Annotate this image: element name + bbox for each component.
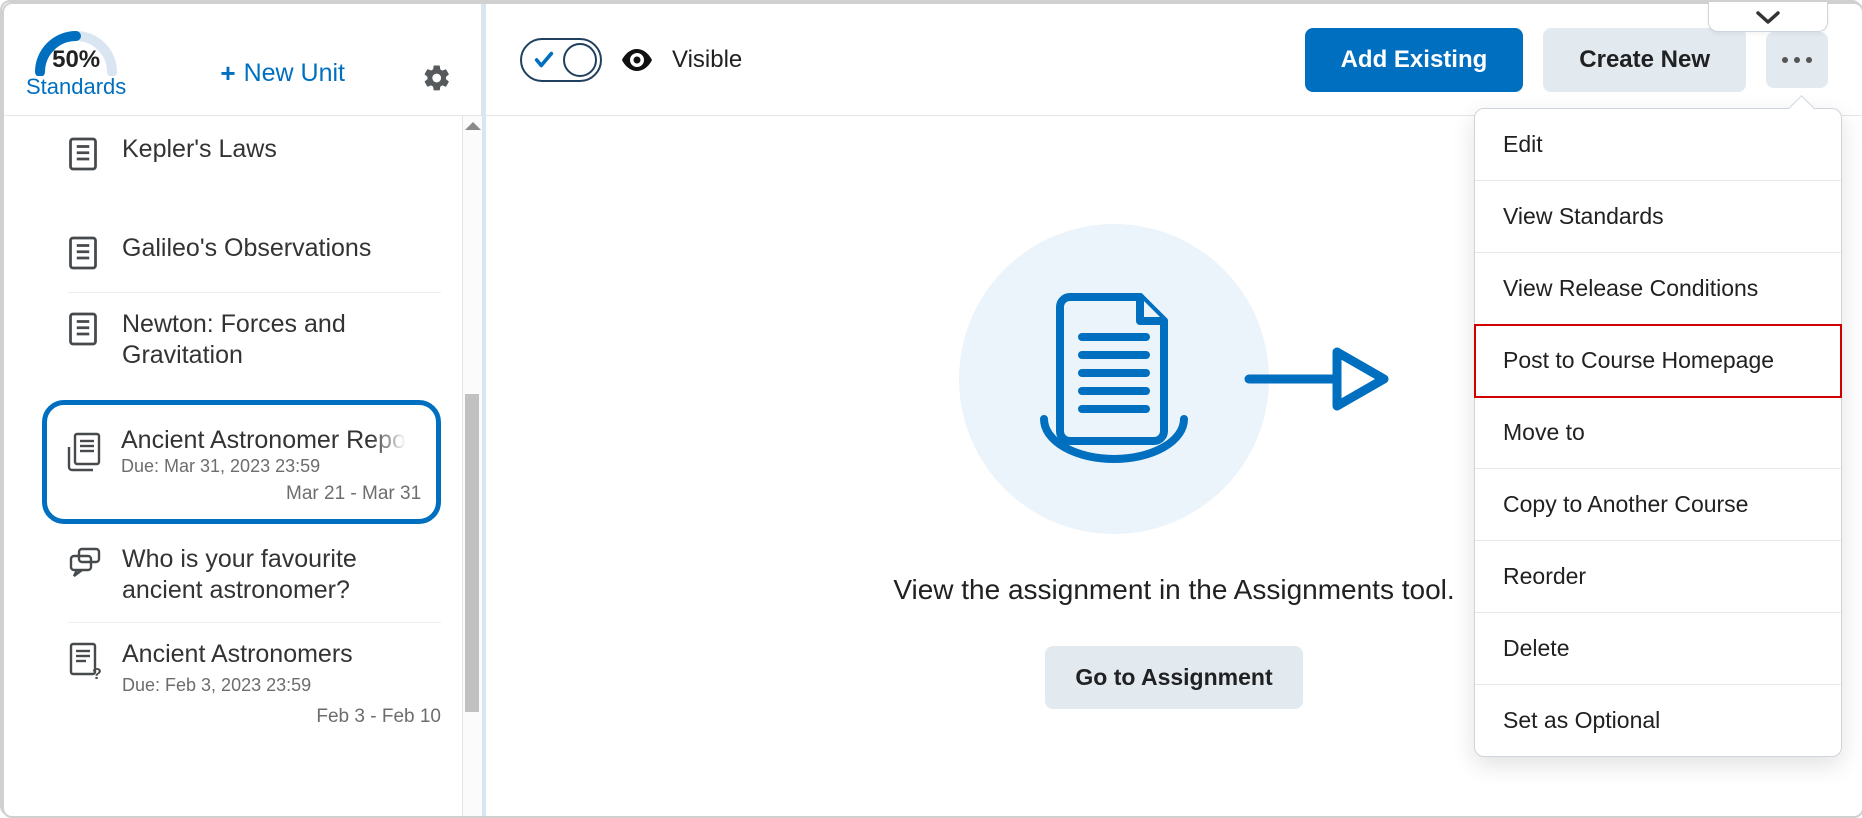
actions-menu: EditView StandardsView Release Condition… [1474, 108, 1842, 757]
standards-percent: 50% [30, 46, 122, 74]
sidebar-scrollbar[interactable] [462, 116, 482, 816]
item-title: Ancient Astronomers [122, 639, 441, 670]
scrollbar-thumb[interactable] [465, 394, 479, 712]
main-header: Visible Add Existing Create New [486, 4, 1862, 116]
item-due: Due: Feb 3, 2023 23:59 [122, 675, 441, 696]
item-title: Galileo's Observations [122, 233, 441, 264]
standards-progress[interactable]: 50% Standards [26, 18, 126, 100]
empty-message: View the assignment in the Assignments t… [893, 574, 1454, 606]
main-panel: Visible Add Existing Create New [482, 4, 1862, 816]
progress-arc: 50% [30, 18, 122, 76]
sidebar-item-favourite[interactable]: Who is your favourite ancient astronomer… [68, 528, 441, 624]
sidebar-item-selected[interactable]: Ancient Astronomer Report Due: Mar 31, 2… [42, 400, 441, 524]
empty-illustration [959, 224, 1389, 534]
sidebar-list: Kepler's Laws Galileo's Observations New… [4, 116, 481, 816]
gear-icon [422, 63, 452, 93]
arrow-right-icon [1239, 334, 1389, 424]
menu-item-view-release-conditions[interactable]: View Release Conditions [1475, 253, 1841, 325]
collapse-button[interactable] [1708, 2, 1828, 32]
sidebar-item-kepler[interactable]: Kepler's Laws [68, 118, 441, 217]
item-range: Mar 21 - Mar 31 [121, 483, 421, 505]
more-actions-button[interactable] [1766, 32, 1828, 88]
item-range: Feb 3 - Feb 10 [122, 706, 441, 728]
standards-label[interactable]: Standards [26, 74, 126, 100]
sidebar-item-quiz[interactable]: ? Ancient Astronomers Due: Feb 3, 2023 2… [68, 623, 441, 743]
document-icon [68, 136, 104, 177]
menu-item-post-to-course-homepage[interactable]: Post to Course Homepage [1475, 325, 1841, 397]
add-existing-button[interactable]: Add Existing [1305, 28, 1524, 92]
discussion-icon [68, 546, 104, 585]
create-new-button[interactable]: Create New [1543, 28, 1746, 92]
document-icon [68, 311, 104, 352]
plus-icon: + [220, 58, 235, 89]
svg-text:?: ? [92, 666, 102, 681]
new-unit-label: New Unit [244, 59, 345, 88]
item-title: Kepler's Laws [122, 134, 441, 165]
visibility-label: Visible [672, 46, 742, 74]
menu-item-edit[interactable]: Edit [1475, 109, 1841, 181]
settings-button[interactable] [415, 56, 459, 100]
check-icon [533, 49, 555, 71]
assignment-icon [65, 431, 107, 480]
menu-item-copy-to-another-course[interactable]: Copy to Another Course [1475, 469, 1841, 541]
item-title: Who is your favourite ancient astronomer… [122, 544, 441, 607]
new-unit-button[interactable]: + New Unit [220, 58, 345, 89]
sidebar-item-galileo[interactable]: Galileo's Observations [68, 217, 441, 293]
menu-item-set-as-optional[interactable]: Set as Optional [1475, 685, 1841, 756]
menu-item-move-to[interactable]: Move to [1475, 397, 1841, 469]
sidebar-item-newton[interactable]: Newton: Forces and Gravitation [68, 293, 441, 388]
menu-item-delete[interactable]: Delete [1475, 613, 1841, 685]
toggle-knob [563, 43, 597, 77]
document-icon [68, 235, 104, 276]
sidebar-header: 50% Standards + New Unit [4, 4, 481, 116]
visibility-toggle[interactable] [520, 38, 602, 82]
scroll-up-icon [465, 122, 481, 130]
item-title: Ancient Astronomer Report [121, 425, 421, 456]
menu-item-view-standards[interactable]: View Standards [1475, 181, 1841, 253]
item-title: Newton: Forces and Gravitation [122, 309, 441, 372]
menu-item-reorder[interactable]: Reorder [1475, 541, 1841, 613]
quiz-icon: ? [68, 641, 104, 686]
sidebar: 50% Standards + New Unit Kepler's Laws G… [4, 4, 482, 816]
item-due: Due: Mar 31, 2023 23:59 [121, 456, 421, 477]
chevron-down-icon [1754, 8, 1782, 26]
eye-icon [622, 49, 652, 71]
go-to-assignment-button[interactable]: Go to Assignment [1045, 646, 1302, 709]
